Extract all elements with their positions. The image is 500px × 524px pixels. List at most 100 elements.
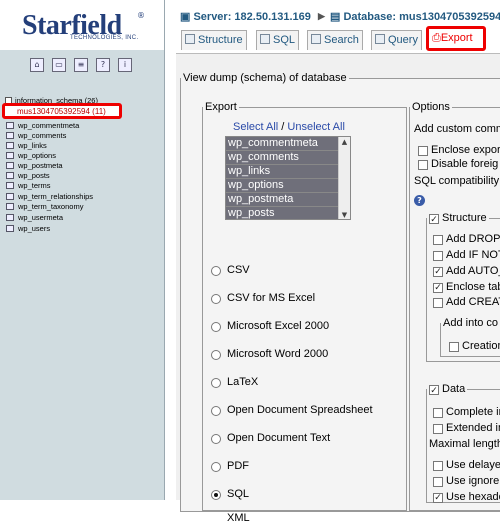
- disable-foreign-checkbox[interactable]: [418, 160, 428, 170]
- structure-option-label: Enclose tab: [446, 281, 500, 293]
- options-legend: Options: [412, 101, 450, 113]
- disable-foreign-label: Disable foreig: [431, 158, 499, 170]
- table-item[interactable]: wp_term_relationships: [6, 192, 93, 201]
- table-item[interactable]: wp_terms: [6, 181, 51, 190]
- sql-window-icon[interactable]: ▭: [52, 58, 66, 72]
- format-label: CSV for MS Excel: [227, 292, 316, 304]
- server-icon: ▣: [180, 11, 194, 23]
- add-create-checkbox[interactable]: [433, 298, 443, 308]
- table-icon: [6, 142, 14, 149]
- sql-icon[interactable]: ≡: [74, 58, 88, 72]
- table-item[interactable]: wp_options: [6, 151, 56, 160]
- unselect-all-link[interactable]: Unselect All: [287, 121, 344, 133]
- tab-sql[interactable]: SQL: [256, 30, 300, 50]
- table-option[interactable]: wp_posts: [226, 207, 350, 219]
- table-item[interactable]: wp_usermeta: [6, 213, 63, 222]
- enclose-table-checkbox[interactable]: ✓: [433, 283, 443, 293]
- home-icon[interactable]: ⌂: [30, 58, 44, 72]
- format-radio-excel[interactable]: [211, 322, 221, 332]
- table-label: wp_links: [18, 141, 47, 150]
- use-delayed-checkbox[interactable]: [433, 461, 443, 471]
- table-icon: [6, 172, 14, 179]
- format-radio-pdf[interactable]: [211, 462, 221, 472]
- table-icon: [6, 162, 14, 169]
- logo-registered-mark: ®: [137, 11, 145, 20]
- format-radio-csv[interactable]: [211, 266, 221, 276]
- table-select-list[interactable]: wp_commentmeta wp_comments wp_links wp_o…: [225, 136, 351, 220]
- list-scrollbar[interactable]: ▲ ▼: [338, 137, 350, 219]
- table-option[interactable]: wp_commentmeta: [226, 137, 350, 151]
- complete-inserts-checkbox[interactable]: [433, 408, 443, 418]
- creation-label: Creation: [462, 340, 500, 352]
- structure-checkbox[interactable]: ✓: [429, 214, 439, 224]
- table-item[interactable]: wp_users: [6, 224, 50, 233]
- select-toggle: Select All / Unselect All: [233, 121, 345, 133]
- table-icon: [6, 132, 14, 139]
- query-icon: [375, 34, 385, 44]
- enclose-export-label: Enclose expor: [431, 144, 500, 156]
- database-breadcrumb[interactable]: ▤ Database: mus1304705392594: [330, 10, 500, 23]
- table-option[interactable]: wp_options: [226, 179, 350, 193]
- data-legend: ✓ Data: [429, 383, 466, 395]
- creation-checkbox[interactable]: [449, 342, 459, 352]
- table-option[interactable]: wp_links: [226, 165, 350, 179]
- info-icon[interactable]: i: [118, 58, 132, 72]
- table-item[interactable]: wp_comments: [6, 131, 66, 140]
- enclose-export-checkbox[interactable]: [418, 146, 428, 156]
- use-ignore-checkbox[interactable]: [433, 477, 443, 487]
- structure-option-label: Add AUTO_: [446, 265, 500, 277]
- table-label: wp_term_taxonomy: [18, 202, 84, 211]
- scroll-down-icon[interactable]: ▼: [339, 210, 350, 219]
- data-option-label: Complete in: [446, 406, 500, 418]
- format-label: PDF: [227, 460, 249, 472]
- table-label: wp_usermeta: [18, 213, 64, 222]
- active-database-highlight[interactable]: mus1304705392594 (11): [2, 103, 122, 119]
- structure-icon: [185, 34, 195, 44]
- format-label: XML: [227, 512, 250, 524]
- table-icon: [6, 203, 14, 210]
- tab-export[interactable]: ⎙Export: [426, 26, 486, 51]
- help-icon[interactable]: ?: [414, 195, 425, 206]
- data-option-label: Use delaye: [446, 459, 500, 471]
- active-database-label: mus1304705392594 (11): [17, 107, 106, 116]
- format-radio-ods[interactable]: [211, 406, 221, 416]
- table-item[interactable]: wp_posts: [6, 171, 50, 180]
- table-label: wp_posts: [18, 171, 50, 180]
- scroll-up-icon[interactable]: ▲: [339, 137, 350, 148]
- table-item[interactable]: wp_commentmeta: [6, 121, 79, 130]
- data-checkbox[interactable]: ✓: [429, 385, 439, 395]
- tab-structure[interactable]: Structure: [181, 30, 247, 50]
- table-item[interactable]: wp_links: [6, 141, 47, 150]
- docs-icon[interactable]: ?: [96, 58, 110, 72]
- table-item[interactable]: wp_postmeta: [6, 161, 63, 170]
- extended-inserts-checkbox[interactable]: [433, 424, 443, 434]
- add-drop-checkbox[interactable]: [433, 235, 443, 245]
- format-label: Microsoft Word 2000: [227, 348, 329, 360]
- format-label: Open Document Text: [227, 432, 331, 444]
- format-radio-csv-excel[interactable]: [211, 294, 221, 304]
- table-label: wp_options: [18, 151, 56, 160]
- server-breadcrumb[interactable]: ▣ Server: 182.50.131.169: [180, 10, 311, 23]
- format-label: CSV: [227, 264, 250, 276]
- tab-query[interactable]: Query: [371, 30, 422, 50]
- add-if-not-checkbox[interactable]: [433, 251, 443, 261]
- starfield-logo[interactable]: Starfield ® TECHNOLOGIES, INC.: [0, 0, 164, 50]
- add-custom-comment-label: Add custom comm: [414, 123, 500, 135]
- table-item[interactable]: wp_term_taxonomy: [6, 202, 83, 211]
- format-label: SQL: [227, 488, 250, 500]
- table-icon: [6, 193, 14, 200]
- format-label: Microsoft Excel 2000: [227, 320, 330, 332]
- tab-search[interactable]: Search: [307, 30, 363, 50]
- format-radio-word[interactable]: [211, 350, 221, 360]
- format-radio-sql[interactable]: [211, 490, 221, 500]
- export-icon: ⎙: [432, 32, 441, 44]
- select-all-link[interactable]: Select All: [233, 121, 278, 133]
- format-radio-latex[interactable]: [211, 378, 221, 388]
- add-auto-checkbox[interactable]: ✓: [433, 267, 443, 277]
- table-option[interactable]: wp_comments: [226, 151, 350, 165]
- sql-compat-label: SQL compatibility: [414, 175, 500, 187]
- data-option-label: Use ignore: [446, 475, 500, 487]
- table-option[interactable]: wp_postmeta: [226, 193, 350, 207]
- use-hexadecimal-checkbox[interactable]: ✓: [433, 493, 443, 503]
- format-radio-odt[interactable]: [211, 434, 221, 444]
